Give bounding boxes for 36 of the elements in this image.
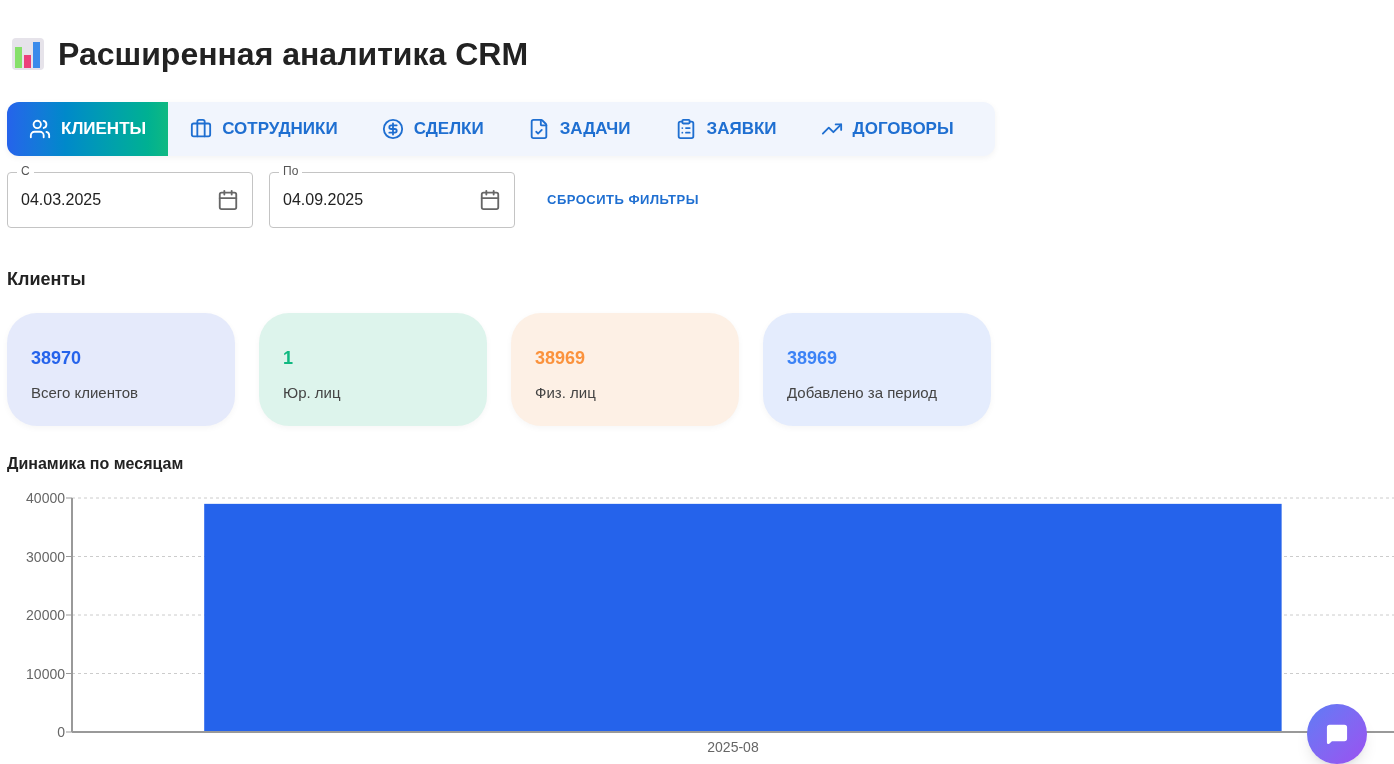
tab[interactable]: ЗАЯВКИ (652, 102, 799, 156)
stat-label: Юр. лиц (283, 383, 342, 403)
stat-label: Физ. лиц (535, 383, 597, 403)
calendar-icon[interactable] (479, 189, 501, 211)
field-label: С (17, 164, 34, 178)
y-tick-label: 0 (57, 724, 65, 740)
calendar-icon[interactable] (217, 189, 239, 211)
stat-label: Добавлено за период (787, 383, 939, 403)
x-tick-label: 2025-08 (707, 739, 759, 755)
people-icon (29, 118, 51, 140)
field-label: По (279, 164, 303, 178)
dollar-icon (381, 118, 404, 140)
y-tick-label: 40000 (26, 490, 65, 506)
section-title: Клиенты (7, 268, 87, 291)
bar-chart-icon (12, 38, 44, 70)
y-tick-label: 30000 (26, 548, 65, 565)
y-tick-label: 10000 (26, 665, 65, 682)
y-tick-label: 20000 (26, 607, 65, 623)
stat-value: 38970 (31, 347, 83, 370)
tab[interactable]: СДЕЛКИ (359, 102, 506, 156)
chat-icon (1326, 723, 1348, 745)
tab[interactable]: КЛИЕНТЫ (7, 102, 169, 156)
tab[interactable]: ДОГОВОРЫ (798, 102, 976, 156)
tab[interactable]: ЗАДАЧИ (505, 102, 653, 156)
chat-button[interactable] (1307, 704, 1367, 764)
stat-value: 38969 (787, 347, 839, 370)
chart-title: Динамика по месяцам (7, 454, 185, 474)
tab[interactable]: СОТРУДНИКИ (168, 102, 360, 156)
stat-value: 38969 (535, 347, 587, 370)
page-title: Расширенная аналитика CRM (58, 35, 529, 74)
briefcase-icon (190, 118, 213, 140)
stat-label: Всего клиентов (31, 383, 139, 403)
stat-value: 1 (283, 347, 294, 370)
date-value: 04.09.2025 (283, 190, 365, 210)
date-value: 04.03.2025 (21, 190, 103, 210)
reset-filters-button[interactable]: СБРОСИТЬ ФИЛЬТРЫ (547, 190, 699, 210)
